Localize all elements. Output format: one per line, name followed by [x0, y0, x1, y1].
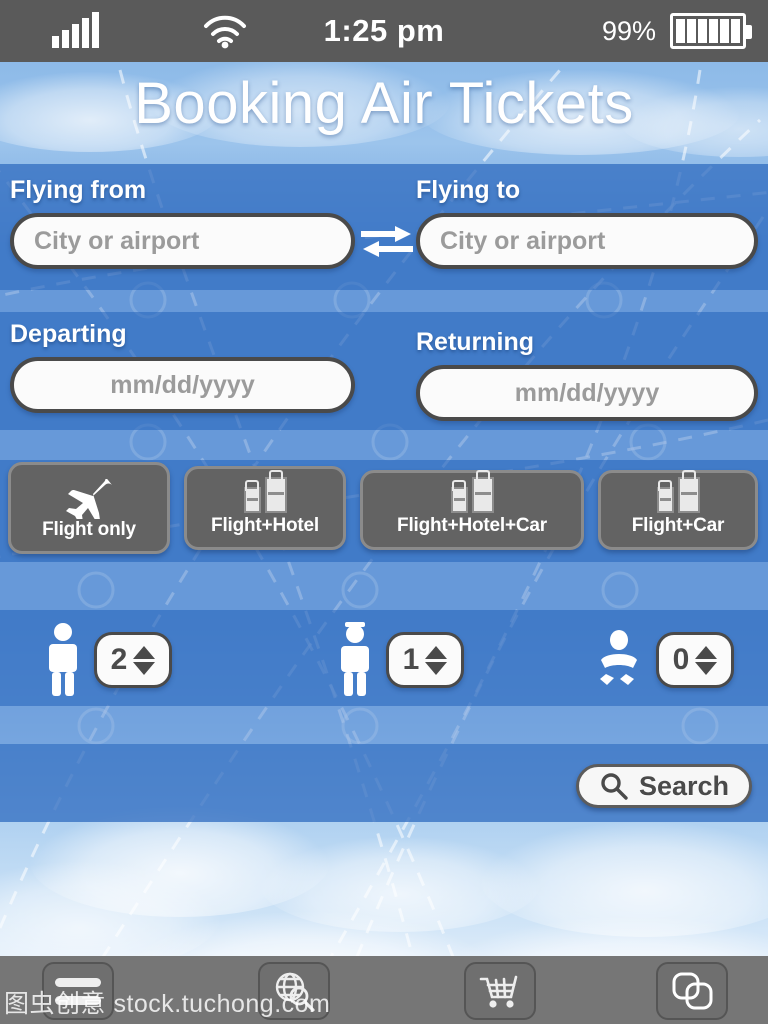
flying-to-input[interactable]: City or airport: [416, 213, 758, 269]
search-button[interactable]: Search: [576, 764, 752, 808]
returning-input[interactable]: mm/dd/yyyy: [416, 365, 758, 421]
adult-count-value: 2: [110, 643, 128, 676]
status-bar: 1:25 pm 99%: [0, 0, 768, 62]
child-passenger-icon: [341, 622, 369, 696]
shopping-cart-icon: [479, 975, 518, 1008]
departing-label: Departing: [10, 320, 127, 348]
flying-to-label: Flying to: [416, 176, 521, 204]
wifi-icon: [150, 13, 300, 49]
bottom-nav-tabs[interactable]: [656, 962, 728, 1020]
flying-from-label: Flying from: [10, 176, 147, 204]
battery-area: 99%: [468, 13, 768, 49]
bottom-nav-bar: [0, 956, 768, 1024]
flying-from-input[interactable]: City or airport: [10, 213, 355, 269]
luggage-icon: [243, 475, 287, 515]
trip-type-label: Flight only: [42, 519, 136, 540]
infant-passenger-icon: [600, 630, 637, 685]
stepper-arrows-icon[interactable]: [133, 645, 156, 675]
trip-type-label: Flight+Car: [631, 515, 725, 536]
dates-row: Departing mm/dd/yyyy Returning mm/dd/yyy…: [0, 312, 768, 430]
returning-label: Returning: [416, 328, 535, 356]
band-gap-4: [0, 706, 768, 744]
returning-group: Returning mm/dd/yyyy: [416, 328, 758, 421]
flying-from-group: Flying from City or airport: [10, 176, 355, 269]
airplane-icon: [62, 479, 116, 519]
trip-type-flight-only[interactable]: Flight only: [8, 462, 170, 554]
signal-bars-icon: [0, 12, 150, 48]
search-button-label: Search: [638, 770, 730, 801]
magnifier-icon: [601, 773, 628, 800]
child-count-value: 1: [402, 643, 420, 676]
band-gap-3: [0, 562, 768, 610]
bottom-nav-browse[interactable]: [258, 962, 330, 1020]
stepper-arrows-icon[interactable]: [425, 645, 448, 675]
battery-full-icon: [670, 13, 752, 49]
passengers-row: 2 1 0: [0, 614, 768, 706]
trip-type-flight-hotel[interactable]: Flight+Hotel: [184, 466, 346, 550]
windows-stack-icon: [672, 972, 713, 1010]
trip-type-flight-hotel-car[interactable]: Flight+Hotel+Car: [360, 470, 584, 550]
stepper-arrows-icon[interactable]: [695, 645, 718, 675]
child-count-stepper[interactable]: 1: [386, 632, 464, 688]
bottom-nav-cart[interactable]: [464, 962, 536, 1020]
infant-count-stepper[interactable]: 0: [656, 632, 734, 688]
passenger-infant-group: 0: [592, 630, 734, 690]
trip-type-flight-car[interactable]: Flight+Car: [598, 470, 758, 550]
page-title: Booking Air Tickets: [134, 71, 634, 136]
luggage-icon: [450, 475, 494, 515]
booking-app-screen: 1:25 pm 99% Booking Air Tickets Flying f…: [0, 0, 768, 1024]
departing-input[interactable]: mm/dd/yyyy: [10, 357, 355, 413]
bottom-nav-menu[interactable]: [42, 962, 114, 1020]
adult-count-stepper[interactable]: 2: [94, 632, 172, 688]
departing-group: Departing mm/dd/yyyy: [10, 320, 355, 413]
adult-passenger-icon: [49, 623, 77, 696]
battery-percent: 99%: [601, 15, 656, 46]
trip-type-label: Flight+Hotel+Car: [397, 515, 547, 536]
trip-type-label: Flight+Hotel: [211, 515, 319, 536]
trip-type-row: Flight only Flight+Hotel Flight+Hotel+Ca…: [0, 462, 768, 560]
infant-count-value: 0: [672, 643, 690, 676]
passenger-child-group: 1: [334, 622, 464, 698]
band-gap-2: [0, 430, 768, 460]
menu-lines-icon: [55, 977, 101, 1005]
status-time: 1:25 pm: [323, 13, 445, 48]
globe-search-icon: [275, 972, 315, 1012]
luggage-icon: [656, 475, 700, 515]
swap-arrows-icon[interactable]: [359, 218, 415, 264]
band-gap-1: [0, 290, 768, 312]
passenger-adult-group: 2: [42, 622, 172, 698]
flying-to-group: Flying to City or airport: [416, 176, 758, 269]
